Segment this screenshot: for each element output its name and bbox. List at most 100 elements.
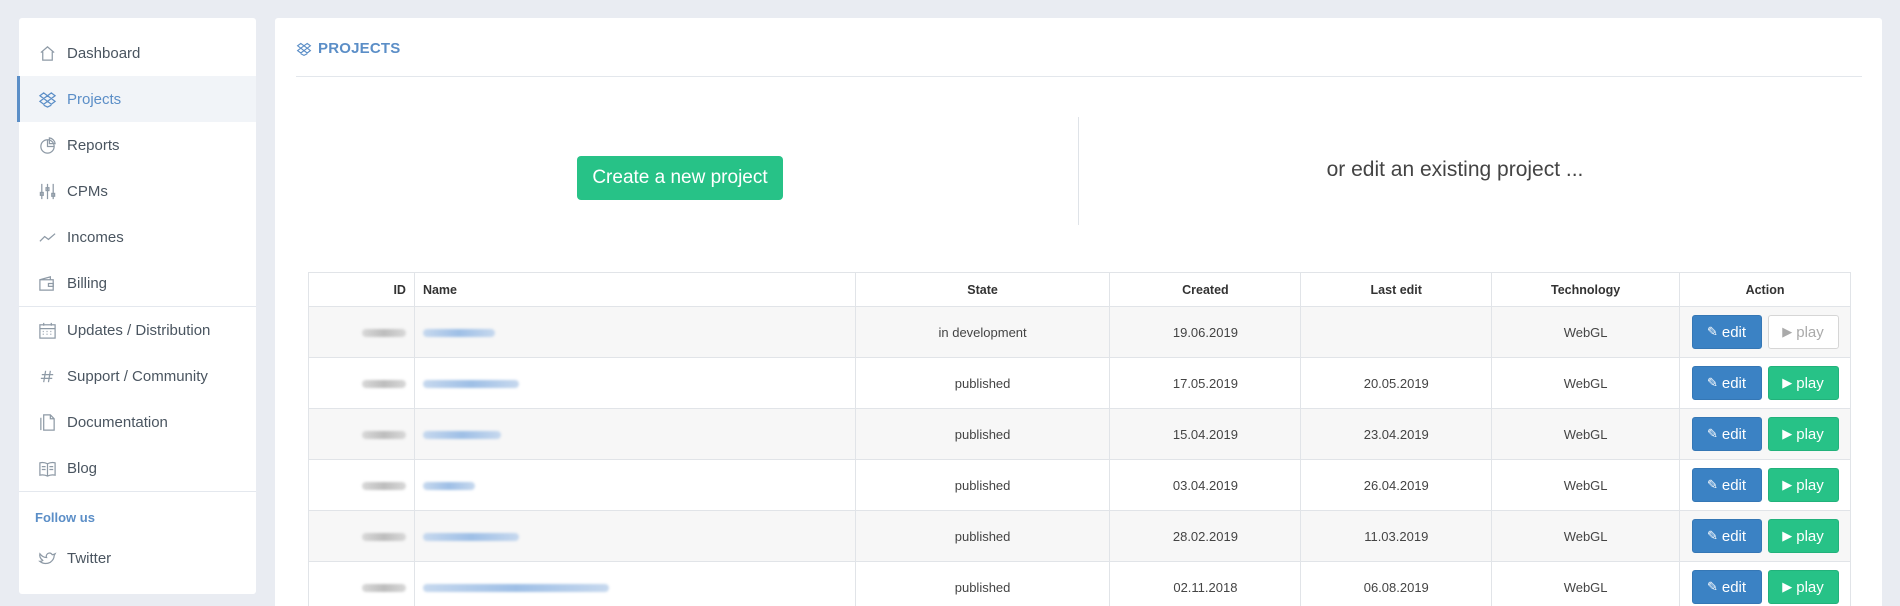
column-header-technology[interactable]: Technology [1491, 272, 1681, 307]
sidebar-item-label: Support / Community [67, 367, 208, 385]
play-icon: ▶ [1782, 528, 1793, 543]
play-button[interactable]: ▶ play [1767, 468, 1839, 502]
sidebar-item-label: Documentation [67, 413, 168, 431]
sidebar-item-label: Updates / Distribution [67, 321, 211, 339]
column-header-id[interactable]: ID [308, 272, 415, 307]
created-cell: 02.11.2018 [1109, 561, 1302, 606]
redacted-name-link[interactable] [422, 583, 609, 592]
sidebar-item-label: Incomes [67, 228, 124, 246]
project-name-cell[interactable] [413, 561, 856, 606]
edit-button-label: edit [1721, 374, 1747, 392]
state-cell: published [854, 357, 1111, 409]
sidebar-item-projects[interactable]: Projects [17, 76, 256, 122]
project-name-cell[interactable] [413, 408, 856, 460]
sidebar-item-blog[interactable]: Blog [19, 445, 256, 491]
redacted-id [361, 583, 406, 592]
table-row: published 17.05.2019 20.05.2019 WebGL ✎ e… [308, 357, 1851, 409]
play-button[interactable]: ▶ play [1767, 519, 1839, 553]
redacted-name-link[interactable] [422, 430, 501, 439]
book-icon [37, 458, 57, 478]
edit-button[interactable]: ✎ edit [1691, 366, 1762, 400]
play-icon: ▶ [1782, 324, 1793, 339]
vertical-divider [1078, 117, 1079, 225]
technology-cell: WebGL [1491, 510, 1681, 562]
table-row: in development 19.06.2019 WebGL ✎ edit ▶ pl… [308, 306, 1851, 358]
play-button[interactable]: ▶ play [1767, 315, 1839, 349]
sidebar-item-reports[interactable]: Reports [19, 122, 256, 168]
documents-icon [37, 412, 57, 432]
play-button[interactable]: ▶ play [1767, 570, 1839, 604]
technology-cell: WebGL [1491, 306, 1681, 358]
home-icon [37, 43, 57, 63]
edit-existing-label: or edit an existing project ... [1326, 158, 1584, 181]
sidebar-item-dashboard[interactable]: Dashboard [19, 30, 256, 76]
project-name-cell[interactable] [413, 306, 856, 358]
play-button-label: play [1796, 374, 1824, 392]
column-header-created[interactable]: Created [1109, 272, 1302, 307]
play-button[interactable]: ▶ play [1767, 366, 1839, 400]
edit-button[interactable]: ✎ edit [1691, 417, 1762, 451]
redacted-id [361, 328, 406, 337]
project-id-cell [308, 561, 415, 606]
last-edit-cell: 06.08.2019 [1300, 561, 1493, 606]
pencil-icon: ✎ [1706, 528, 1718, 543]
play-button-label: play [1796, 578, 1824, 596]
edit-button-label: edit [1721, 323, 1747, 341]
redacted-id [361, 481, 406, 490]
action-cell: ✎ edit ▶ play [1679, 459, 1851, 511]
redacted-name-link[interactable] [422, 532, 519, 541]
projects-panel: PROJECTS Create a new project or edit an… [275, 18, 1882, 606]
sidebar-item-label: CPMs [67, 182, 108, 200]
edit-button[interactable]: ✎ edit [1691, 468, 1762, 502]
project-id-cell [308, 510, 415, 562]
wallet-icon [37, 273, 57, 293]
sidebar-item-documentation[interactable]: Documentation [19, 399, 256, 445]
state-cell: published [854, 561, 1111, 606]
column-header-name[interactable]: Name [413, 272, 856, 307]
pencil-icon: ✎ [1706, 426, 1718, 441]
project-name-cell[interactable] [413, 510, 856, 562]
calendar-icon [37, 320, 57, 340]
redacted-name-link[interactable] [422, 481, 475, 490]
column-header-last-edit[interactable]: Last edit [1300, 272, 1493, 307]
sidebar-item-support-community[interactable]: Support / Community [19, 353, 256, 399]
edit-button[interactable]: ✎ edit [1691, 519, 1762, 553]
edit-button[interactable]: ✎ edit [1691, 570, 1762, 604]
sidebar-item-incomes[interactable]: Incomes [19, 214, 256, 260]
created-cell: 03.04.2019 [1109, 459, 1302, 511]
create-project-button[interactable]: Create a new project [577, 156, 783, 200]
project-id-cell [308, 408, 415, 460]
follow-us-label: Follow us [35, 510, 95, 525]
sidebar-item-updates-distribution[interactable]: Updates / Distribution [19, 307, 256, 353]
play-button[interactable]: ▶ play [1767, 417, 1839, 451]
last-edit-cell: 23.04.2019 [1300, 408, 1493, 460]
edit-button[interactable]: ✎ edit [1691, 315, 1762, 349]
play-icon: ▶ [1782, 579, 1793, 594]
pencil-icon: ✎ [1706, 579, 1718, 594]
title-divider [296, 76, 1862, 77]
table-row: published 03.04.2019 26.04.2019 WebGL ✎ e… [308, 459, 1851, 511]
sidebar-item-twitter[interactable]: Twitter [19, 535, 256, 581]
twitter-icon [37, 548, 57, 568]
redacted-id [361, 379, 406, 388]
state-cell: published [854, 408, 1111, 460]
pie-chart-icon [37, 135, 57, 155]
redacted-name-link[interactable] [422, 379, 519, 388]
project-id-cell [308, 306, 415, 358]
sidebar-item-label: Blog [67, 459, 98, 477]
edit-button-label: edit [1721, 578, 1747, 596]
project-name-cell[interactable] [413, 357, 856, 409]
play-button-label: play [1796, 527, 1824, 545]
sidebar: Dashboard Projects Reports CPMs Incomes … [17, 18, 256, 594]
sidebar-item-label: Billing [67, 274, 108, 292]
column-header-state[interactable]: State [854, 272, 1111, 307]
sidebar-item-billing[interactable]: Billing [19, 260, 256, 306]
redacted-name-link[interactable] [422, 328, 495, 337]
pencil-icon: ✎ [1706, 477, 1718, 492]
sidebar-item-cpms[interactable]: CPMs [19, 168, 256, 214]
project-name-cell[interactable] [413, 459, 856, 511]
action-cell: ✎ edit ▶ play [1679, 357, 1851, 409]
action-cell: ✎ edit ▶ play [1679, 306, 1851, 358]
redacted-id [361, 430, 406, 439]
table-row: published 02.11.2018 06.08.2019 WebGL ✎ e… [308, 561, 1851, 606]
